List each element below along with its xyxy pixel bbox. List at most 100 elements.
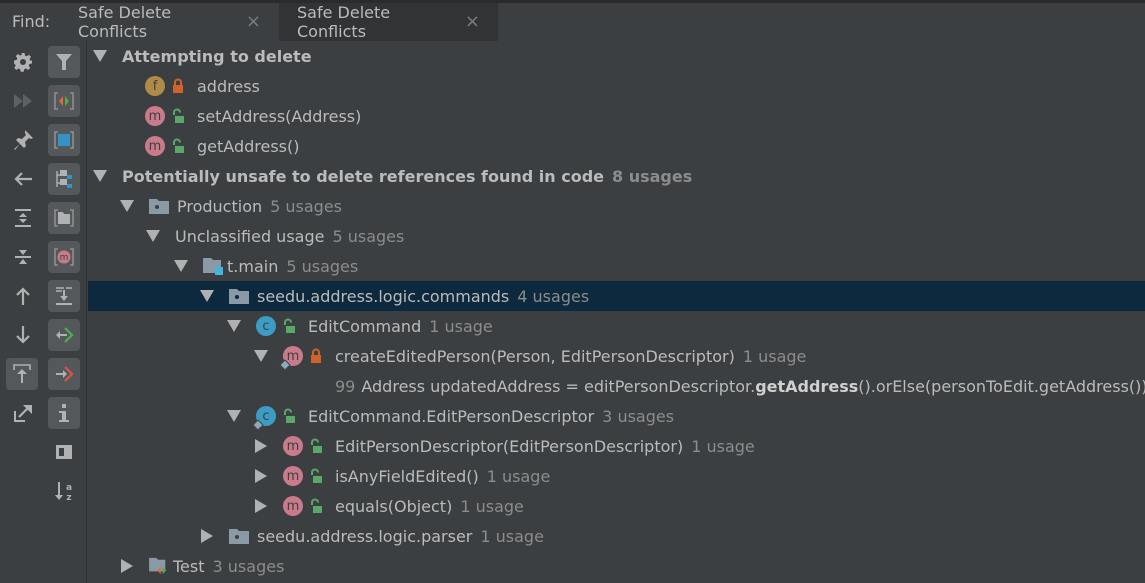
code-match: getAddress [755, 376, 859, 396]
usage-count: 3 usages [212, 556, 285, 576]
group-by-package-button[interactable] [48, 163, 80, 195]
group-by-method-button[interactable]: m [48, 241, 80, 273]
svg-text:m: m [60, 253, 69, 263]
rerun-button[interactable] [7, 85, 39, 117]
node-label: Attempting to delete [122, 46, 312, 66]
autoscroll-to-source-icon [13, 364, 31, 383]
preview-button[interactable] [48, 436, 80, 468]
usage-count: 5 usages [286, 256, 359, 276]
public-lock-icon [284, 318, 295, 333]
package-folder-icon [229, 529, 249, 544]
sort-alphabetically-icon: az [55, 482, 72, 502]
usage-code-line[interactable]: 99 Address updatedAddress = editPersonDe… [88, 371, 1145, 401]
next-occurrence-button[interactable] [7, 319, 39, 351]
back-button[interactable] [7, 163, 39, 195]
collapsed-arrow-icon[interactable] [253, 498, 269, 514]
tree-node-unclassified-usage[interactable]: Unclassified usage 5 usages [88, 221, 1145, 251]
flatten-modules-button[interactable] [48, 280, 80, 312]
expand-all-icon [15, 209, 31, 227]
expand-arrow-icon[interactable] [199, 288, 215, 304]
tree-node-class[interactable]: c EditCommand 1 usage [88, 311, 1145, 341]
package-folder-icon [229, 289, 249, 304]
expand-arrow-icon[interactable] [253, 348, 269, 364]
node-label: isAnyFieldEdited() [335, 466, 479, 486]
public-lock-icon [311, 498, 322, 513]
usage-count: 3 usages [602, 406, 675, 426]
tree-node-unsafe-references[interactable]: Potentially unsafe to delete references … [88, 161, 1145, 191]
group-by-directory-icon [54, 209, 74, 227]
collapsed-arrow-icon[interactable] [253, 438, 269, 454]
group-by-directory-button[interactable] [48, 202, 80, 234]
class-icon: c [256, 316, 276, 336]
close-icon[interactable]: × [246, 13, 261, 31]
expand-arrow-icon[interactable] [145, 228, 161, 244]
node-label: seedu.address.logic.commands [257, 286, 510, 306]
tree-node-method[interactable]: m createEditedPerson(Person, EditPersonD… [88, 341, 1145, 371]
collapsed-arrow-icon[interactable] [199, 528, 215, 544]
sort-alphabetically-button[interactable]: az [48, 475, 80, 507]
tree-node-method[interactable]: m isAnyFieldEdited() 1 usage [88, 461, 1145, 491]
collapsed-arrow-icon[interactable] [253, 468, 269, 484]
flatten-modules-icon [56, 287, 72, 305]
method-letter: m [286, 348, 300, 364]
expand-arrow-icon[interactable] [226, 318, 242, 334]
run-next-icon [14, 94, 32, 108]
method-icon: m [279, 346, 303, 371]
tree-node-package-commands[interactable]: seedu.address.logic.commands 4 usages [88, 281, 1145, 311]
pin-tab-button[interactable] [7, 124, 39, 156]
tab-safe-delete-conflicts-2[interactable]: Safe Delete Conflicts × [279, 3, 498, 41]
filter-button[interactable] [48, 46, 80, 78]
close-icon[interactable]: × [465, 13, 480, 31]
find-tab-bar: Find: Safe Delete Conflicts × Safe Delet… [0, 3, 1145, 41]
info-button[interactable] [48, 397, 80, 429]
tree-node-module-main[interactable]: t.main 5 usages [88, 251, 1145, 281]
expand-arrow-icon[interactable] [92, 168, 108, 184]
private-lock-icon [311, 348, 321, 363]
group-by-usage-type-button[interactable] [48, 85, 80, 117]
tree-node-field[interactable]: f address [88, 71, 1145, 101]
module-folder-icon [203, 258, 223, 275]
tree-node-method[interactable]: m equals(Object) 1 usage [88, 491, 1145, 521]
settings-icon [14, 53, 32, 72]
method-icon: m [283, 466, 303, 486]
collapse-all-button[interactable] [7, 241, 39, 273]
method-icon: m [283, 436, 303, 456]
public-lock-icon [284, 408, 295, 423]
tree-node-package-parser[interactable]: seedu.address.logic.parser 1 usage [88, 521, 1145, 551]
node-label: t.main [227, 256, 279, 276]
expand-arrow-icon[interactable] [226, 408, 242, 424]
up-arrow-icon [16, 287, 30, 305]
method-icon: m [283, 496, 303, 516]
node-label: setAddress(Address) [197, 106, 362, 126]
node-label: Production [177, 196, 263, 216]
write-access-button[interactable] [48, 358, 80, 390]
tree-node-test[interactable]: Test 3 usages [88, 551, 1145, 581]
settings-button[interactable] [7, 46, 39, 78]
group-by-module-button[interactable] [48, 124, 80, 156]
tree-node-production[interactable]: Production 5 usages [88, 191, 1145, 221]
export-button[interactable] [7, 397, 39, 429]
usage-count: 1 usage [486, 466, 551, 486]
collapsed-arrow-icon[interactable] [119, 558, 135, 574]
field-icon: f [145, 76, 165, 96]
node-label: address [197, 76, 260, 96]
expand-arrow-icon[interactable] [173, 258, 189, 274]
expand-all-button[interactable] [7, 202, 39, 234]
previous-occurrence-button[interactable] [7, 280, 39, 312]
tree-node-attempting-to-delete[interactable]: Attempting to delete [88, 41, 1145, 71]
tree-node-class[interactable]: c EditCommand.EditPersonDescriptor 3 usa… [88, 401, 1145, 431]
usage-count: 1 usage [480, 526, 544, 546]
autoscroll-to-source-button[interactable] [6, 358, 38, 390]
expand-arrow-icon[interactable] [92, 48, 108, 64]
tab-safe-delete-conflicts-1[interactable]: Safe Delete Conflicts × [60, 3, 279, 41]
tree-node-method[interactable]: m getAddress() [88, 131, 1145, 161]
read-access-button[interactable] [48, 319, 80, 351]
test-folder-icon [149, 557, 167, 575]
expand-arrow-icon[interactable] [119, 198, 135, 214]
find-label: Find: [12, 12, 51, 31]
tree-node-method[interactable]: m setAddress(Address) [88, 101, 1145, 131]
read-access-icon [56, 327, 74, 343]
node-label: seedu.address.logic.parser [257, 526, 473, 546]
tree-node-method[interactable]: m EditPersonDescriptor(EditPersonDescrip… [88, 431, 1145, 461]
method-icon: m [145, 106, 165, 126]
